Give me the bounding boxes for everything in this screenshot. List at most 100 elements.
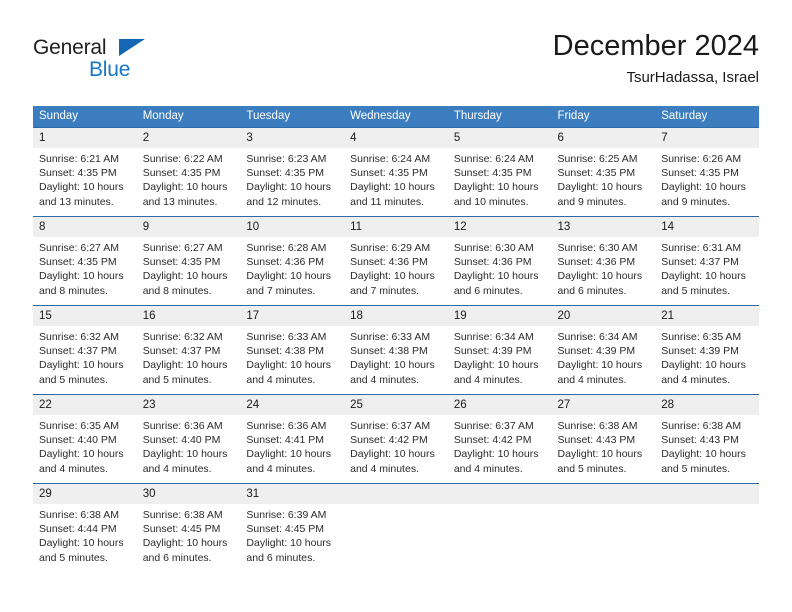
- daylight-text-line2: and 4 minutes.: [557, 373, 627, 386]
- calendar-day-cell[interactable]: 4 Sunrise: 6:24 AM Sunset: 4:35 PM Daylight…: [344, 127, 448, 216]
- day-cell-inner: [344, 483, 448, 572]
- calendar-day-cell[interactable]: 8 Sunrise: 6:27 AM Sunset: 4:35 PM Daylight…: [33, 216, 137, 305]
- calendar-day-cell[interactable]: 3 Sunrise: 6:23 AM Sunset: 4:35 PM Daylight…: [240, 127, 345, 216]
- calendar-day-cell[interactable]: 5 Sunrise: 6:24 AM Sunset: 4:35 PM Daylight…: [447, 127, 552, 216]
- calendar-body: 1 Sunrise: 6:21 AM Sunset: 4:35 PM Daylight…: [33, 127, 759, 572]
- sunrise-text: Sunrise: 6:32 AM: [39, 331, 119, 343]
- day-number: [551, 484, 656, 504]
- brand-name-general: General: [33, 36, 107, 59]
- calendar-day-cell[interactable]: 31 Sunrise: 6:39 AM Sunset: 4:45 PM Dayligh…: [240, 483, 345, 572]
- calendar-day-cell[interactable]: 26 Sunrise: 6:37 AM Sunset: 4:42 PM Dayligh…: [447, 394, 552, 483]
- day-sun-info: Sunrise: 6:35 AM Sunset: 4:39 PM Daylight:…: [655, 326, 759, 387]
- calendar-day-cell[interactable]: 29 Sunrise: 6:38 AM Sunset: 4:44 PM Dayligh…: [33, 483, 137, 572]
- sunset-text: Sunset: 4:43 PM: [661, 434, 739, 447]
- calendar-day-cell[interactable]: 15 Sunrise: 6:32 AM Sunset: 4:37 PM Dayligh…: [33, 305, 137, 394]
- calendar-day-cell[interactable]: 9 Sunrise: 6:27 AM Sunset: 4:35 PM Daylight…: [136, 216, 241, 305]
- calendar-day-cell: [344, 483, 448, 572]
- sunset-text: Sunset: 4:39 PM: [661, 345, 739, 358]
- calendar-day-cell[interactable]: 30 Sunrise: 6:38 AM Sunset: 4:45 PM Dayligh…: [136, 483, 241, 572]
- sunset-text: Sunset: 4:35 PM: [661, 167, 739, 180]
- daylight-text-line2: and 13 minutes.: [39, 195, 114, 208]
- calendar-day-cell[interactable]: 7 Sunrise: 6:26 AM Sunset: 4:35 PM Daylight…: [655, 127, 759, 216]
- calendar-day-cell[interactable]: 2 Sunrise: 6:22 AM Sunset: 4:35 PM Daylight…: [136, 127, 241, 216]
- calendar-day-cell[interactable]: 28 Sunrise: 6:38 AM Sunset: 4:43 PM Dayligh…: [655, 394, 759, 483]
- calendar-day-cell[interactable]: 1 Sunrise: 6:21 AM Sunset: 4:35 PM Daylight…: [33, 127, 137, 216]
- day-number: 17: [240, 306, 345, 326]
- calendar-day-cell[interactable]: 6 Sunrise: 6:25 AM Sunset: 4:35 PM Daylight…: [551, 127, 656, 216]
- calendar-day-cell[interactable]: 21 Sunrise: 6:35 AM Sunset: 4:39 PM Dayligh…: [655, 305, 759, 394]
- day-sun-info: Sunrise: 6:24 AM Sunset: 4:35 PM Daylight:…: [344, 148, 448, 209]
- day-sun-info: Sunrise: 6:23 AM Sunset: 4:35 PM Daylight:…: [240, 148, 344, 209]
- calendar-day-cell[interactable]: 25 Sunrise: 6:37 AM Sunset: 4:42 PM Dayligh…: [344, 394, 448, 483]
- sunset-text: Sunset: 4:45 PM: [246, 523, 325, 536]
- calendar-day-cell[interactable]: 16 Sunrise: 6:32 AM Sunset: 4:37 PM Dayligh…: [136, 305, 241, 394]
- sunrise-text: Sunrise: 6:24 AM: [350, 153, 431, 165]
- day-number: 12: [447, 217, 552, 237]
- daylight-text-line2: and 7 minutes.: [350, 284, 419, 297]
- calendar-day-cell[interactable]: 27 Sunrise: 6:38 AM Sunset: 4:43 PM Dayligh…: [551, 394, 656, 483]
- calendar-day-cell[interactable]: 22 Sunrise: 6:35 AM Sunset: 4:40 PM Dayligh…: [33, 394, 137, 483]
- sunrise-text: Sunrise: 6:33 AM: [350, 331, 431, 343]
- sunset-text: Sunset: 4:37 PM: [142, 345, 221, 358]
- day-sun-info: Sunrise: 6:34 AM Sunset: 4:39 PM Daylight:…: [552, 326, 656, 387]
- day-number: 14: [655, 217, 759, 237]
- day-cell-inner: [551, 483, 656, 572]
- day-number: 21: [655, 306, 759, 326]
- daylight-text-line2: and 8 minutes.: [142, 284, 212, 297]
- weekday-header-saturday: Saturday: [655, 106, 759, 127]
- daylight-text-line1: Daylight: 10 hours: [142, 448, 228, 461]
- sunrise-text: Sunrise: 6:36 AM: [142, 420, 223, 432]
- calendar-day-cell[interactable]: 20 Sunrise: 6:34 AM Sunset: 4:39 PM Dayligh…: [551, 305, 656, 394]
- day-sun-info: Sunrise: 6:37 AM Sunset: 4:42 PM Daylight:…: [344, 415, 448, 476]
- day-sun-info: Sunrise: 6:33 AM Sunset: 4:38 PM Daylight:…: [344, 326, 448, 387]
- day-number: 6: [551, 128, 656, 148]
- day-cell-inner: [447, 483, 552, 572]
- calendar-day-cell[interactable]: 18 Sunrise: 6:33 AM Sunset: 4:38 PM Dayligh…: [344, 305, 448, 394]
- daylight-text-line2: and 6 minutes.: [142, 551, 212, 564]
- day-sun-info: Sunrise: 6:27 AM Sunset: 4:35 PM Daylight:…: [137, 237, 241, 298]
- weekday-header-sunday: Sunday: [33, 106, 137, 127]
- calendar-day-cell[interactable]: 13 Sunrise: 6:30 AM Sunset: 4:36 PM Dayligh…: [551, 216, 656, 305]
- sunrise-text: Sunrise: 6:25 AM: [557, 153, 638, 165]
- calendar-day-cell[interactable]: 23 Sunrise: 6:36 AM Sunset: 4:40 PM Dayligh…: [136, 394, 241, 483]
- sunrise-text: Sunrise: 6:37 AM: [453, 420, 534, 432]
- day-cell-inner: 22 Sunrise: 6:35 AM Sunset: 4:40 PM Dayligh…: [33, 394, 137, 483]
- sunrise-text: Sunrise: 6:29 AM: [350, 242, 431, 254]
- daylight-text-line1: Daylight: 10 hours: [661, 448, 746, 461]
- daylight-text-line1: Daylight: 10 hours: [557, 181, 643, 194]
- day-cell-inner: [655, 483, 759, 572]
- calendar-day-cell[interactable]: 11 Sunrise: 6:29 AM Sunset: 4:36 PM Dayligh…: [344, 216, 448, 305]
- daylight-text-line1: Daylight: 10 hours: [39, 270, 124, 283]
- sunset-text: Sunset: 4:35 PM: [142, 167, 221, 180]
- page-subtitle-location: TsurHadassa, Israel: [626, 69, 759, 86]
- daylight-text-line2: and 5 minutes.: [39, 373, 108, 386]
- day-sun-info: Sunrise: 6:38 AM Sunset: 4:43 PM Daylight:…: [655, 415, 759, 476]
- sunrise-text: Sunrise: 6:34 AM: [557, 331, 638, 343]
- calendar-day-cell[interactable]: 10 Sunrise: 6:28 AM Sunset: 4:36 PM Dayligh…: [240, 216, 345, 305]
- day-sun-info: [344, 504, 448, 508]
- day-sun-info: Sunrise: 6:30 AM Sunset: 4:36 PM Daylight:…: [552, 237, 656, 298]
- daylight-text-line2: and 5 minutes.: [661, 462, 731, 475]
- weekday-header-friday: Friday: [551, 106, 656, 127]
- sunset-text: Sunset: 4:41 PM: [246, 434, 325, 447]
- daylight-text-line1: Daylight: 10 hours: [557, 359, 643, 372]
- day-number: 2: [136, 128, 241, 148]
- general-blue-logo[interactable]: General Blue: [33, 36, 153, 84]
- day-sun-info: Sunrise: 6:29 AM Sunset: 4:36 PM Daylight:…: [344, 237, 448, 298]
- daylight-text-line1: Daylight: 10 hours: [39, 181, 124, 194]
- daylight-text-line1: Daylight: 10 hours: [246, 359, 332, 372]
- calendar-day-cell[interactable]: 17 Sunrise: 6:33 AM Sunset: 4:38 PM Dayligh…: [240, 305, 345, 394]
- sunset-text: Sunset: 4:38 PM: [246, 345, 325, 358]
- daylight-text-line2: and 4 minutes.: [350, 462, 419, 475]
- calendar-day-cell[interactable]: 14 Sunrise: 6:31 AM Sunset: 4:37 PM Dayligh…: [655, 216, 759, 305]
- calendar-day-cell[interactable]: 12 Sunrise: 6:30 AM Sunset: 4:36 PM Dayligh…: [447, 216, 552, 305]
- calendar-day-cell[interactable]: 19 Sunrise: 6:34 AM Sunset: 4:39 PM Dayligh…: [447, 305, 552, 394]
- daylight-text-line2: and 4 minutes.: [453, 373, 523, 386]
- page-title: December 2024: [552, 30, 759, 62]
- daylight-text-line2: and 4 minutes.: [661, 373, 731, 386]
- day-sun-info: Sunrise: 6:34 AM Sunset: 4:39 PM Daylight:…: [448, 326, 552, 387]
- day-cell-inner: 16 Sunrise: 6:32 AM Sunset: 4:37 PM Dayligh…: [136, 305, 241, 394]
- calendar-day-cell[interactable]: 24 Sunrise: 6:36 AM Sunset: 4:41 PM Dayligh…: [240, 394, 345, 483]
- day-number: 25: [344, 395, 448, 415]
- weekday-header-tuesday: Tuesday: [240, 106, 345, 127]
